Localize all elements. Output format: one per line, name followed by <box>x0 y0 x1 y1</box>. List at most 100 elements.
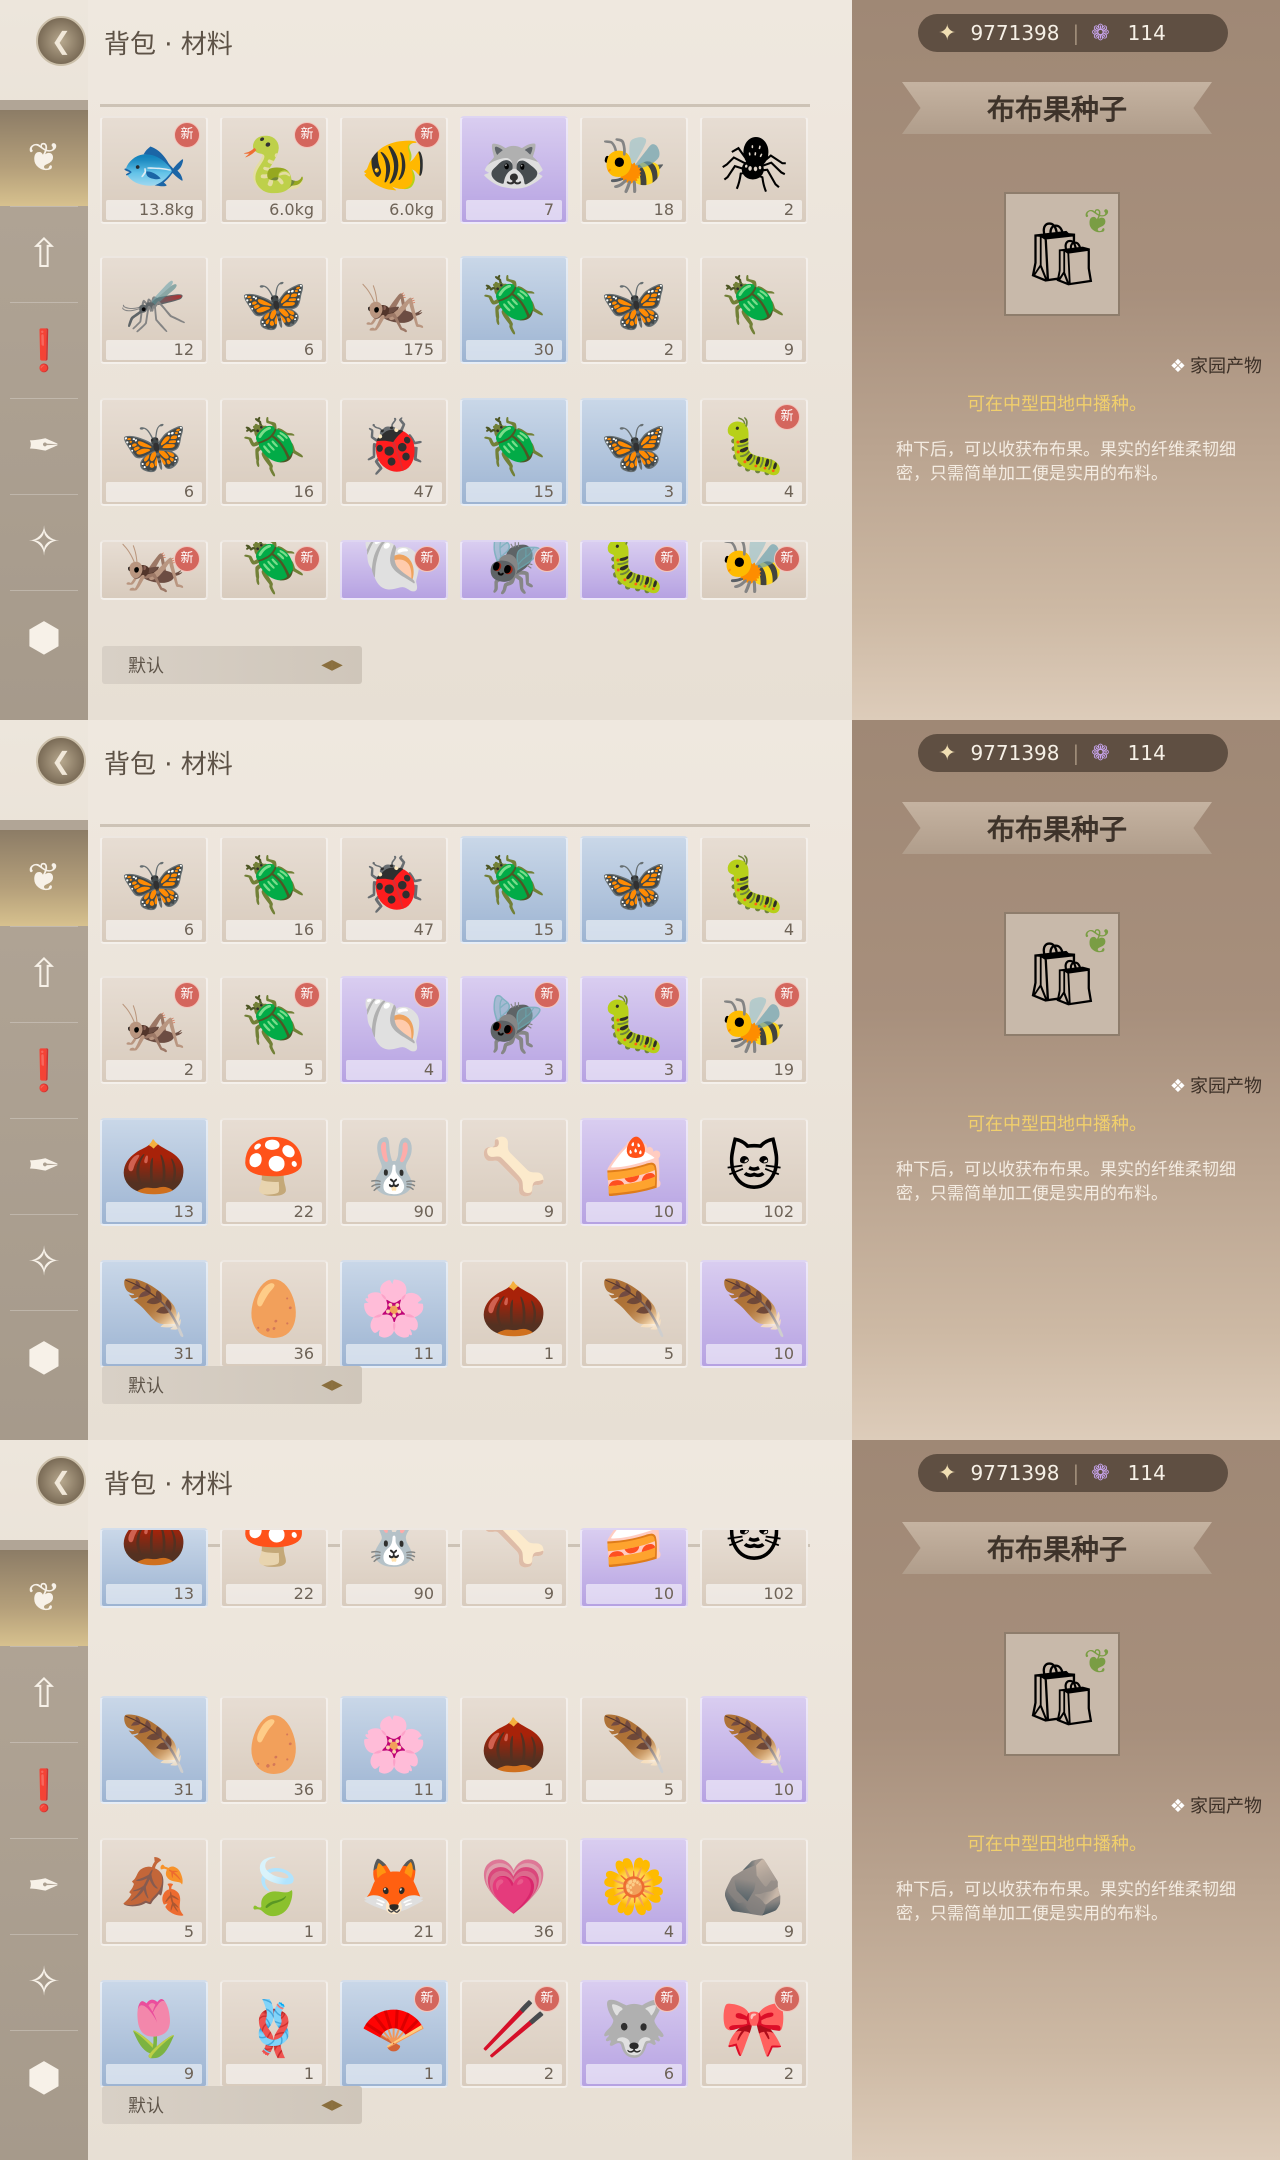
item-slot[interactable]: 🌷 9 <box>100 1980 208 2088</box>
sort-dropdown[interactable]: 默认 ◀▶ <box>102 2086 362 2124</box>
item-slot[interactable]: 🪶 5 <box>580 1696 688 1804</box>
item-slot[interactable]: 🌸 11 <box>340 1260 448 1368</box>
sidebar-tab-feather-pen[interactable]: ✒ <box>0 1838 88 1934</box>
sidebar-tab-upgrade[interactable]: ⇧ <box>0 926 88 1022</box>
item-slot[interactable]: 🦋 6 <box>100 398 208 506</box>
item-slot[interactable]: 🎀 2 新 <box>700 1980 808 2088</box>
item-slot[interactable]: 🪲 9 <box>700 256 808 364</box>
item-slot[interactable]: 🪶 5 <box>580 1260 688 1368</box>
item-slot[interactable]: 🪲 16 <box>220 398 328 506</box>
item-slot[interactable]: 🥚 36 <box>220 1260 328 1368</box>
item-slot[interactable]: 🪲 新 <box>220 540 328 600</box>
back-button[interactable]: ❮ <box>36 736 86 786</box>
item-slot[interactable]: 🐺 6 新 <box>580 1980 688 2088</box>
item-slot[interactable]: 🪰 新 <box>460 540 568 600</box>
sidebar-tab-box[interactable]: ⬢ <box>0 1310 88 1406</box>
item-slot[interactable]: 🪶 10 <box>700 1696 808 1804</box>
item-slot[interactable]: 🦋 3 <box>580 836 688 944</box>
back-button[interactable]: ❮ <box>36 1456 86 1506</box>
sidebar-tab-bag[interactable]: ❦ <box>0 830 88 926</box>
item-slot[interactable]: 🌰 13 <box>100 1118 208 1226</box>
item-slot[interactable]: 🐱 102 <box>700 1118 808 1226</box>
sort-dropdown[interactable]: 默认 ◀▶ <box>102 646 362 684</box>
item-slot[interactable]: 🍂 5 <box>100 1838 208 1946</box>
item-slot[interactable]: 🪶 31 <box>100 1696 208 1804</box>
item-slot[interactable]: 🐰 90 <box>340 1528 448 1608</box>
item-slot[interactable]: 🥚 36 <box>220 1696 328 1804</box>
item-slot[interactable]: 🌰 1 <box>460 1260 568 1368</box>
item-slot[interactable]: 🐰 90 <box>340 1118 448 1226</box>
item-slot[interactable]: 🦋 6 <box>100 836 208 944</box>
item-slot[interactable]: 🍄 22 <box>220 1528 328 1608</box>
item-slot[interactable]: 🍰 10 <box>580 1118 688 1226</box>
back-button[interactable]: ❮ <box>36 16 86 66</box>
item-slot[interactable]: 🪰 3 新 <box>460 976 568 1084</box>
item-slot[interactable]: 🪢 1 <box>220 1980 328 2088</box>
item-slot[interactable]: 🌼 4 <box>580 1838 688 1946</box>
item-slot[interactable]: 🐟 13.8kg 新 <box>100 116 208 224</box>
item-slot[interactable]: 🦋 6 <box>220 256 328 364</box>
item-detail-panel: ✦ 9771398 | ❁ 114 布布果种子 🛍 ❦ ❖ 家园产物 可在中型田地中播种。 种下后，可… <box>852 1440 1280 2160</box>
item-slot[interactable]: 🪭 1 新 <box>340 1980 448 2088</box>
item-slot[interactable]: 💗 36 <box>460 1838 568 1946</box>
sidebar-tab-upgrade[interactable]: ⇧ <box>0 206 88 302</box>
sidebar-tab-quest[interactable]: ❗ <box>0 302 88 398</box>
item-slot[interactable]: 🪲 15 <box>460 836 568 944</box>
item-slot[interactable]: 🦋 3 <box>580 398 688 506</box>
item-slot[interactable]: 🦗 新 <box>100 540 208 600</box>
item-slot[interactable]: 🐝 新 <box>700 540 808 600</box>
sidebar-tab-sparkle[interactable]: ✧ <box>0 1214 88 1310</box>
item-slot[interactable]: 🦴 9 <box>460 1528 568 1608</box>
sort-toggle-icon[interactable]: ◀▶ <box>302 1366 362 1404</box>
sidebar-tab-sparkle[interactable]: ✧ <box>0 494 88 590</box>
sidebar-tab-feather-pen[interactable]: ✒ <box>0 1118 88 1214</box>
item-slot[interactable]: 🐚 4 新 <box>340 976 448 1084</box>
item-slot[interactable]: 🦴 9 <box>460 1118 568 1226</box>
item-slot[interactable]: 🪲 5 新 <box>220 976 328 1084</box>
item-slot[interactable]: 🌰 1 <box>460 1696 568 1804</box>
item-slot[interactable]: 🕷 2 <box>700 116 808 224</box>
item-slot[interactable]: 🦗 2 新 <box>100 976 208 1084</box>
item-slot[interactable]: 🐝 19 新 <box>700 976 808 1084</box>
item-slot[interactable]: 🪨 9 <box>700 1838 808 1946</box>
sidebar-tab-quest[interactable]: ❗ <box>0 1742 88 1838</box>
sort-dropdown[interactable]: 默认 ◀▶ <box>102 1366 362 1404</box>
item-slot[interactable]: 🐞 47 <box>340 398 448 506</box>
sidebar-tab-upgrade[interactable]: ⇧ <box>0 1646 88 1742</box>
item-slot[interactable]: 🌸 11 <box>340 1696 448 1804</box>
item-slot[interactable]: 🪲 16 <box>220 836 328 944</box>
item-slot[interactable]: 🐛 4 新 <box>700 398 808 506</box>
item-slot[interactable]: 🍄 22 <box>220 1118 328 1226</box>
sidebar-tab-box[interactable]: ⬢ <box>0 590 88 686</box>
item-slot[interactable]: 🐍 6.0kg 新 <box>220 116 328 224</box>
item-slot[interactable]: 🦊 21 <box>340 1838 448 1946</box>
item-slot[interactable]: 🍰 10 <box>580 1528 688 1608</box>
item-slot[interactable]: 🌰 13 <box>100 1528 208 1608</box>
item-slot[interactable]: 🦟 12 <box>100 256 208 364</box>
item-slot[interactable]: 🪲 30 <box>460 256 568 364</box>
item-slot[interactable]: 🦋 2 <box>580 256 688 364</box>
sidebar-tab-feather-pen[interactable]: ✒ <box>0 398 88 494</box>
sidebar-tab-bag[interactable]: ❦ <box>0 110 88 206</box>
sidebar-tab-quest[interactable]: ❗ <box>0 1022 88 1118</box>
sidebar-tab-box[interactable]: ⬢ <box>0 2030 88 2126</box>
item-slot[interactable]: 🪶 10 <box>700 1260 808 1368</box>
item-slot[interactable]: 🐚 新 <box>340 540 448 600</box>
item-slot[interactable]: 🐱 102 <box>700 1528 808 1608</box>
sidebar-tab-bag[interactable]: ❦ <box>0 1550 88 1646</box>
item-slot[interactable]: 🍃 1 <box>220 1838 328 1946</box>
sort-toggle-icon[interactable]: ◀▶ <box>302 2086 362 2124</box>
item-slot[interactable]: 🥢 2 新 <box>460 1980 568 2088</box>
item-slot[interactable]: 🦗 175 <box>340 256 448 364</box>
item-slot[interactable]: 🐠 6.0kg 新 <box>340 116 448 224</box>
item-slot[interactable]: 🐞 47 <box>340 836 448 944</box>
item-slot[interactable]: 🐛 4 <box>700 836 808 944</box>
sort-toggle-icon[interactable]: ◀▶ <box>302 646 362 684</box>
item-slot[interactable]: 🐝 18 <box>580 116 688 224</box>
item-slot[interactable]: 🐛 3 新 <box>580 976 688 1084</box>
item-slot[interactable]: 🪲 15 <box>460 398 568 506</box>
sidebar-tab-sparkle[interactable]: ✧ <box>0 1934 88 2030</box>
item-slot[interactable]: 🐛 新 <box>580 540 688 600</box>
item-slot[interactable]: 🪶 31 <box>100 1260 208 1368</box>
item-slot[interactable]: 🦝 7 <box>460 116 568 224</box>
